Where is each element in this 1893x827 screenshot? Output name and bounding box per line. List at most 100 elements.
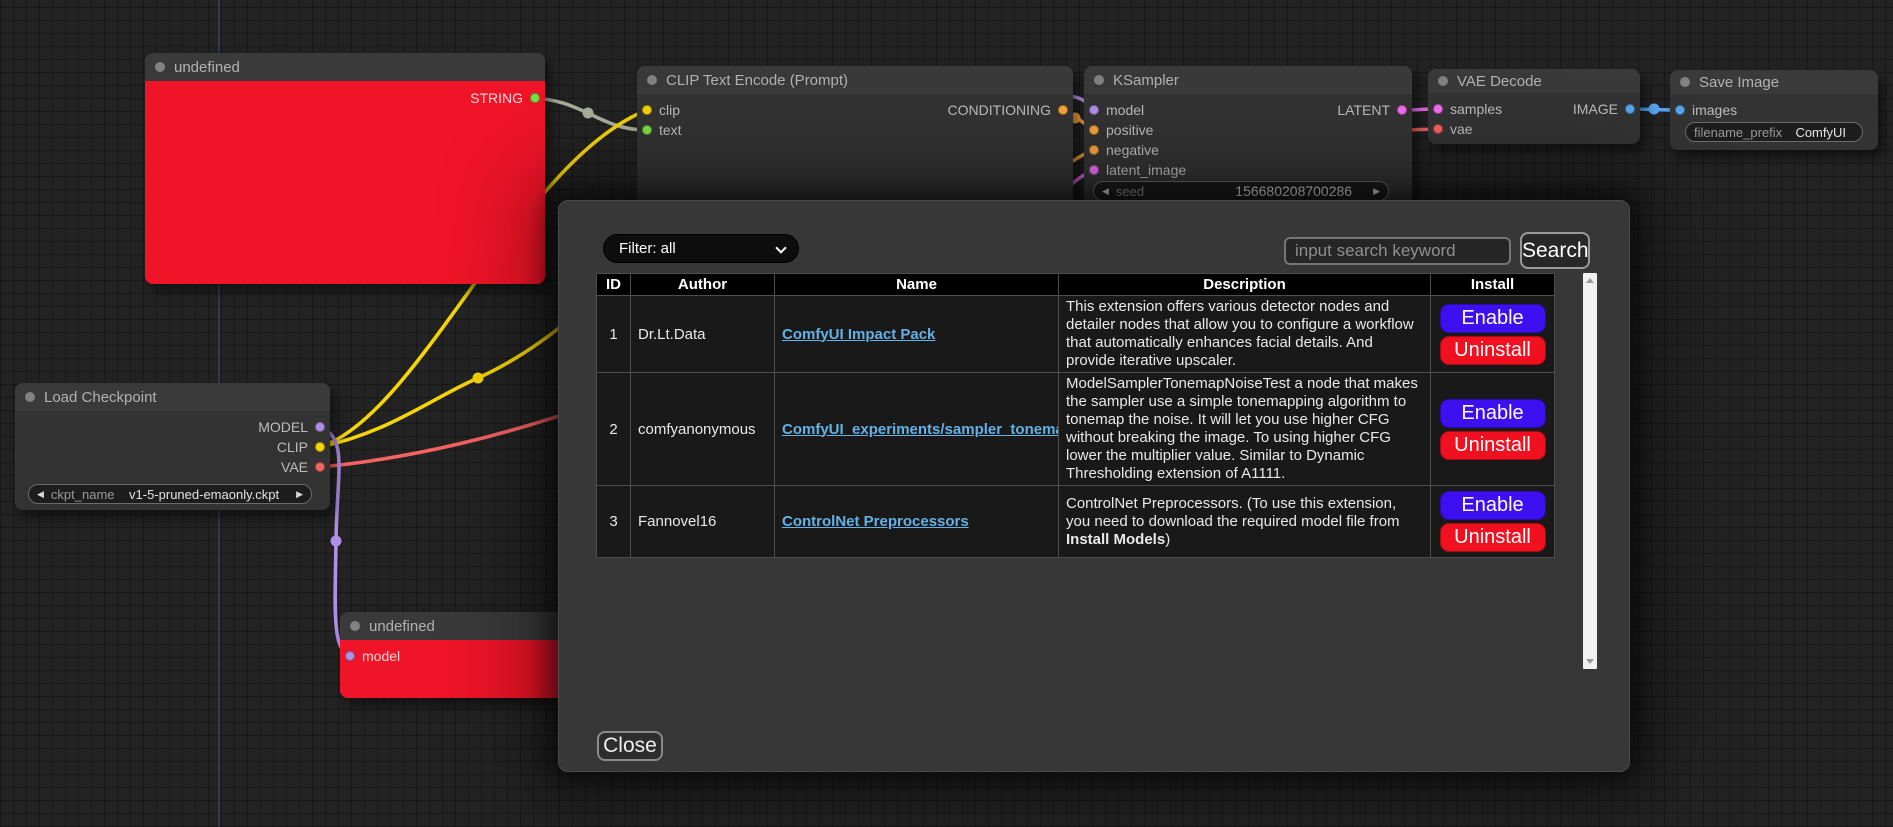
collapse-dot[interactable] [1680,77,1690,87]
collapse-dot[interactable] [25,392,35,402]
node-load-checkpoint[interactable]: Load Checkpoint MODEL CLIP VAE ◀ ckpt_na… [15,383,330,510]
node-ksampler[interactable]: KSampler model LATENT positive negative [1084,66,1412,216]
table-row: 3 Fannovel16 ControlNet Preprocessors Co… [597,486,1555,558]
collapse-dot[interactable] [350,621,360,631]
model-output-dot[interactable] [315,422,325,432]
vae-output-dot[interactable] [315,462,325,472]
node-title: undefined [369,618,435,635]
samples-input-dot[interactable] [1433,104,1443,114]
table-row: 1 Dr.Lt.Data ComfyUI Impact Pack This ex… [597,296,1555,373]
cell-description: ModelSamplerTonemapNoiseTest a node that… [1059,373,1431,486]
image-output-dot[interactable] [1625,104,1635,114]
header-id: ID [597,274,631,296]
extension-link[interactable]: ComfyUI_experiments/sampler_tonemap [782,421,1059,438]
node-save-image[interactable]: Save Image images filename_prefix ComfyU… [1670,70,1878,150]
model-input-dot[interactable] [1089,105,1099,115]
enable-button-row3[interactable]: Enable [1440,491,1546,520]
header-name: Name [775,274,1059,296]
input-slot-negative[interactable]: negative [1089,142,1159,158]
header-author: Author [631,274,775,296]
uninstall-button-row1[interactable]: Uninstall [1440,336,1546,365]
ckpt-next-arrow[interactable]: ▶ [296,489,303,500]
node-undefined-bottom[interactable]: undefined model [340,612,575,698]
extension-manager-dialog: Filter: all Search ID Author Name Descri… [558,200,1630,772]
node-title: Save Image [1699,74,1779,91]
table-header-row: ID Author Name Description Install [597,274,1555,296]
search-button[interactable]: Search [1520,232,1590,269]
node-title: KSampler [1113,72,1179,89]
scroll-up-icon[interactable] [1586,278,1594,283]
node-title: CLIP Text Encode (Prompt) [666,72,848,89]
table-scrollbar[interactable] [1583,273,1597,669]
filename-prefix-widget[interactable]: filename_prefix ComfyUI [1685,122,1863,142]
input-slot-vae[interactable]: vae [1433,121,1473,137]
enable-button-row1[interactable]: Enable [1440,304,1546,333]
text-input-dot[interactable] [642,125,652,135]
ckpt-name-widget[interactable]: ◀ ckpt_name v1-5-pruned-emaonly.ckpt ▶ [28,484,312,504]
table-row: 2 comfyanonymous ComfyUI_experiments/sam… [597,373,1555,486]
filter-select-wrap: Filter: all [603,234,799,263]
cell-description: ControlNet Preprocessors. (To use this e… [1059,486,1431,558]
latent-image-input-dot[interactable] [1089,165,1099,175]
clip-output-dot[interactable] [315,442,325,452]
uninstall-button-row2[interactable]: Uninstall [1440,431,1546,460]
string-output-dot[interactable] [530,93,540,103]
output-slot-vae[interactable]: VAE [281,459,325,475]
model-input-dot[interactable] [345,651,355,661]
node-graph-canvas[interactable]: undefined STRING CLIP Text Encode (Promp… [0,0,1893,827]
input-slot-latent-image[interactable]: latent_image [1089,162,1186,178]
output-slot-image[interactable]: IMAGE [1573,101,1635,117]
header-install: Install [1431,274,1555,296]
negative-input-dot[interactable] [1089,145,1099,155]
vae-input-dot[interactable] [1433,124,1443,134]
node-clip-text-encode[interactable]: CLIP Text Encode (Prompt) clip CONDITION… [637,66,1073,216]
input-slot-samples[interactable]: samples [1433,101,1502,117]
wire-dot-image [1649,104,1660,115]
cell-author: Dr.Lt.Data [631,296,775,373]
seed-increment-arrow[interactable]: ▶ [1373,186,1380,197]
scroll-down-icon[interactable] [1586,659,1594,664]
cell-description: This extension offers various detector n… [1059,296,1431,373]
input-slot-model[interactable]: model [1089,102,1144,118]
input-slot-images[interactable]: images [1675,102,1737,118]
input-slot-clip[interactable]: clip [642,102,680,118]
extension-link[interactable]: ComfyUI Impact Pack [782,326,935,343]
cell-id: 3 [597,486,631,558]
uninstall-button-row3[interactable]: Uninstall [1440,523,1546,552]
wire-dot-string [583,108,594,119]
filter-select[interactable]: Filter: all [603,234,799,263]
wire-dot-model [331,536,342,547]
output-slot-clip[interactable]: CLIP [277,439,325,455]
enable-button-row2[interactable]: Enable [1440,399,1546,428]
node-undefined-top[interactable]: undefined STRING [145,53,545,284]
extension-link[interactable]: ControlNet Preprocessors [782,513,969,530]
cell-id: 2 [597,373,631,486]
input-slot-positive[interactable]: positive [1089,122,1153,138]
ckpt-prev-arrow[interactable]: ◀ [37,489,44,500]
latent-output-dot[interactable] [1397,105,1407,115]
positive-input-dot[interactable] [1089,125,1099,135]
extensions-table: ID Author Name Description Install 1 Dr.… [596,273,1555,558]
images-input-dot[interactable] [1675,105,1685,115]
node-vae-decode[interactable]: VAE Decode samples IMAGE vae [1428,69,1640,144]
conditioning-output-dot[interactable] [1058,105,1068,115]
seed-decrement-arrow[interactable]: ◀ [1102,186,1109,197]
collapse-dot[interactable] [647,75,657,85]
seed-widget[interactable]: ◀ seed 156680208700286 ▶ [1093,181,1389,201]
output-slot-latent[interactable]: LATENT [1337,102,1407,118]
output-slot-string[interactable]: STRING [470,90,540,106]
header-description: Description [1059,274,1431,296]
collapse-dot[interactable] [1094,75,1104,85]
close-button[interactable]: Close [597,731,663,761]
output-slot-model[interactable]: MODEL [258,419,325,435]
collapse-dot[interactable] [155,62,165,72]
collapse-dot[interactable] [1438,76,1448,86]
cell-author: comfyanonymous [631,373,775,486]
input-slot-model[interactable]: model [345,648,400,664]
input-slot-text[interactable]: text [642,122,682,138]
wire-string-to-text [535,98,647,130]
search-input[interactable] [1284,237,1511,265]
output-slot-conditioning[interactable]: CONDITIONING [948,102,1068,118]
clip-input-dot[interactable] [642,105,652,115]
wire-dot-clip [473,373,484,384]
